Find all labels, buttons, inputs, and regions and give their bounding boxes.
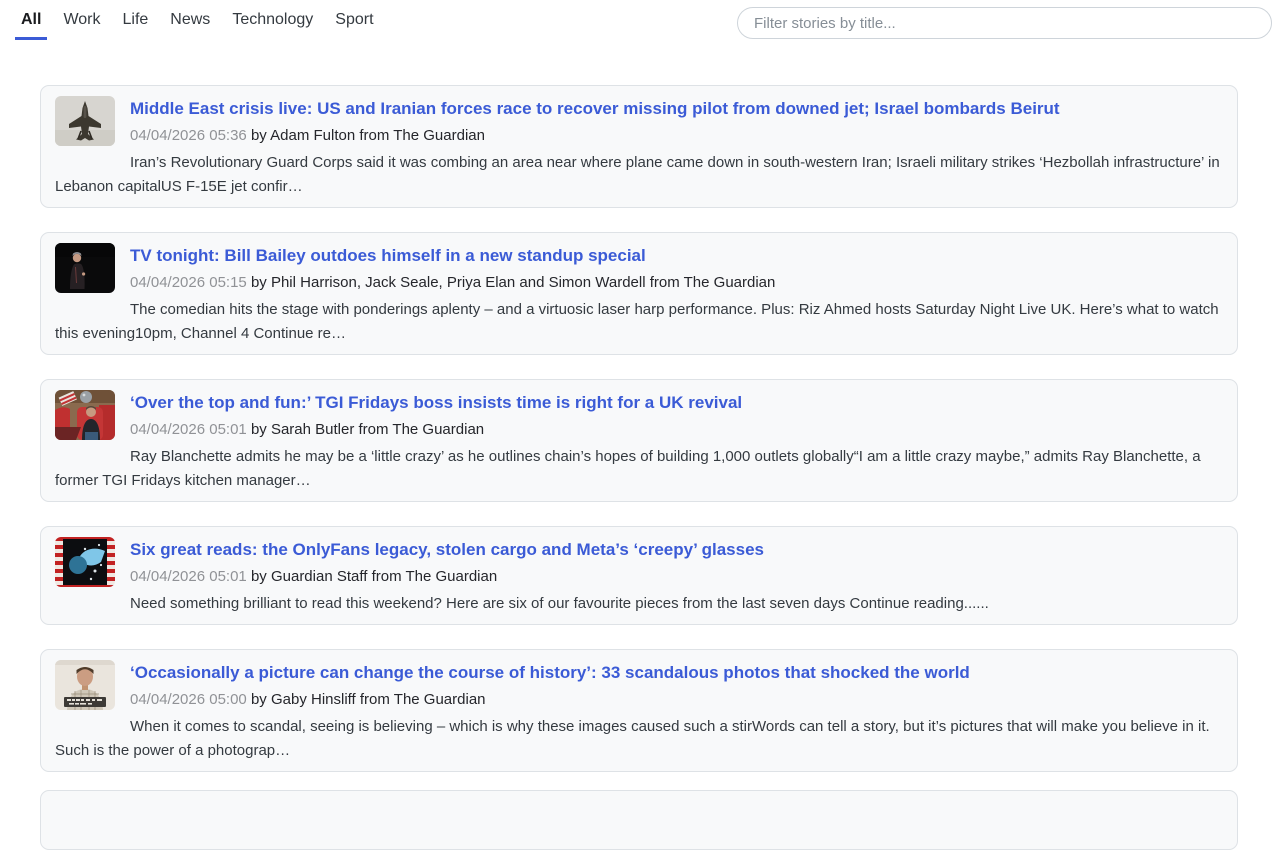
filter-input[interactable] xyxy=(737,7,1272,39)
story-title-link[interactable]: ‘Over the top and fun:’ TGI Fridays boss… xyxy=(130,393,742,412)
mugshot-image xyxy=(55,660,115,710)
tab-all[interactable]: All xyxy=(15,0,47,40)
story-date: 04/04/2026 05:00 xyxy=(130,691,247,708)
story-byline: by Gaby Hinsliff from The Guardian xyxy=(251,691,486,708)
story-card: Six great reads: the OnlyFans legacy, st… xyxy=(40,526,1238,625)
story-card: ‘Occasionally a picture can change the c… xyxy=(40,649,1238,772)
story-thumbnail-image xyxy=(55,390,115,440)
story-meta: 04/04/2026 05:01 by Sarah Butler from Th… xyxy=(55,419,1223,441)
story-title-link[interactable]: Six great reads: the OnlyFans legacy, st… xyxy=(130,540,764,559)
filmstrip-collage-image xyxy=(55,537,115,587)
story-title-link[interactable]: ‘Occasionally a picture can change the c… xyxy=(130,663,970,682)
story-date: 04/04/2026 05:01 xyxy=(130,421,247,438)
tab-life[interactable]: Life xyxy=(117,0,155,40)
story-summary: Iran’s Revolutionary Guard Corps said it… xyxy=(55,151,1223,199)
story-thumbnail-image xyxy=(55,537,115,587)
story-meta: 04/04/2026 05:15 by Phil Harrison, Jack … xyxy=(55,272,1223,294)
tab-technology[interactable]: Technology xyxy=(226,0,319,40)
story-summary: Ray Blanchette admits he may be a ‘littl… xyxy=(55,445,1223,493)
story-card: Middle East crisis live: US and Iranian … xyxy=(40,85,1238,208)
story-byline: by Phil Harrison, Jack Seale, Priya Elan… xyxy=(251,274,775,291)
story-byline: by Sarah Butler from The Guardian xyxy=(251,421,484,438)
fighter-jet-image xyxy=(55,96,115,146)
story-date: 04/04/2026 05:15 xyxy=(130,274,247,291)
story-card: TV tonight: Bill Bailey outdoes himself … xyxy=(40,232,1238,355)
story-summary: The comedian hits the stage with ponderi… xyxy=(55,298,1223,346)
tab-sport[interactable]: Sport xyxy=(329,0,379,40)
story-title-link[interactable]: TV tonight: Bill Bailey outdoes himself … xyxy=(130,246,646,265)
story-card: ‘Over the top and fun:’ TGI Fridays boss… xyxy=(40,379,1238,502)
story-byline: by Adam Fulton from The Guardian xyxy=(251,127,485,144)
tab-news[interactable]: News xyxy=(164,0,216,40)
story-summary: Need something brilliant to read this we… xyxy=(55,592,1223,616)
story-summary: When it comes to scandal, seeing is beli… xyxy=(55,715,1223,763)
story-title-link[interactable]: Middle East crisis live: US and Iranian … xyxy=(130,99,1060,118)
tab-work[interactable]: Work xyxy=(57,0,106,40)
story-card-cutoff xyxy=(40,790,1238,850)
story-meta: 04/04/2026 05:01 by Guardian Staff from … xyxy=(55,566,1223,588)
comedian-image xyxy=(55,243,115,293)
story-date: 04/04/2026 05:36 xyxy=(130,127,247,144)
story-thumbnail-image xyxy=(55,243,115,293)
restaurant-booth-image xyxy=(55,390,115,440)
story-byline: by Guardian Staff from The Guardian xyxy=(251,568,497,585)
story-thumbnail-image xyxy=(55,660,115,710)
story-date: 04/04/2026 05:01 xyxy=(130,568,247,585)
story-meta: 04/04/2026 05:36 by Adam Fulton from The… xyxy=(55,125,1223,147)
story-meta: 04/04/2026 05:00 by Gaby Hinsliff from T… xyxy=(55,689,1223,711)
story-list: Middle East crisis live: US and Iranian … xyxy=(40,85,1238,850)
top-bar: All Work LifeNewsTechnologySport xyxy=(0,0,1280,44)
story-thumbnail-image xyxy=(55,96,115,146)
